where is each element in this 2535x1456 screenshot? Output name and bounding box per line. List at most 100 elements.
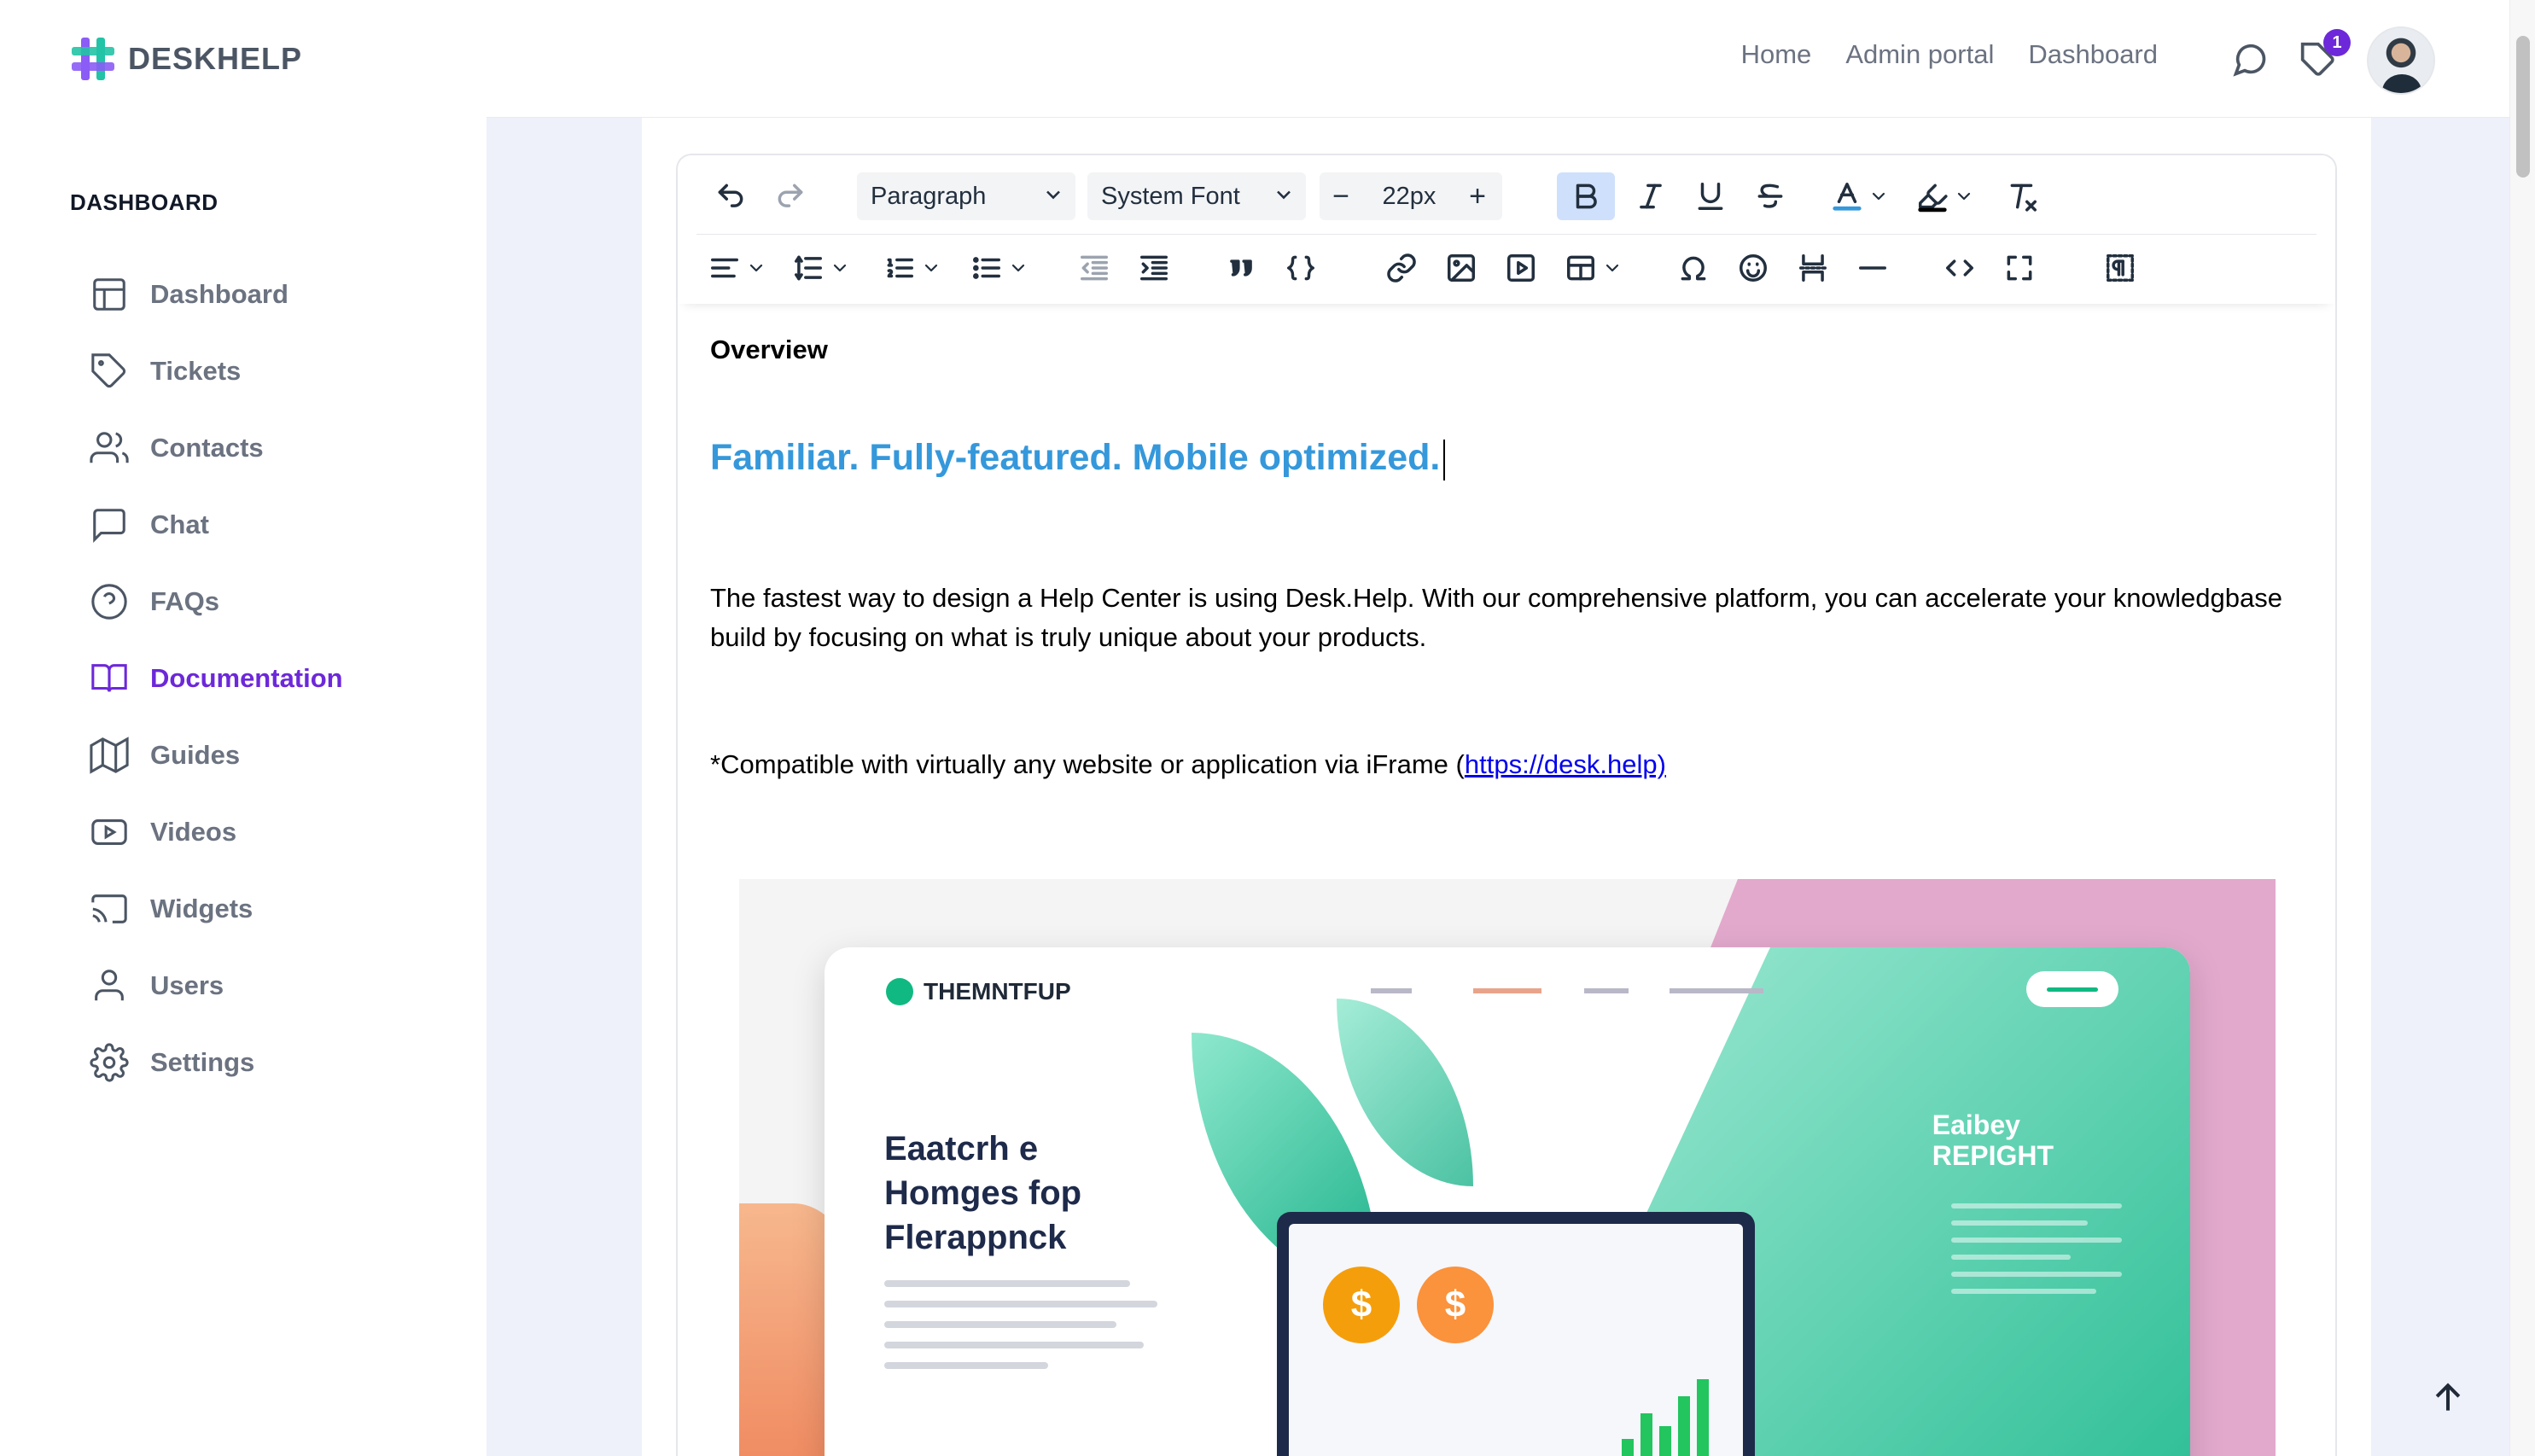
chevron-down-icon	[749, 264, 763, 272]
undo-button[interactable]	[707, 172, 755, 220]
nav-link-admin-portal[interactable]: Admin portal	[1845, 39, 1994, 70]
rich-text-editor[interactable]: Paragraph System Font − 22px + Overview …	[676, 154, 2337, 1456]
arrow-up-icon	[2435, 1383, 2461, 1411]
sidebar-item-label: Documentation	[150, 663, 343, 693]
nav-link-home[interactable]: Home	[1741, 39, 1812, 70]
sidebar-item-contacts[interactable]: Contacts	[89, 410, 343, 486]
media-play-icon	[1507, 254, 1535, 282]
compatibility-note[interactable]: *Compatible with virtually any website o…	[710, 749, 1666, 780]
toolbar-divider	[696, 234, 2316, 235]
show-blocks-button[interactable]	[2096, 244, 2144, 292]
embedded-image[interactable]: THEMNTFUP Eaatcrh e Homges fop Flerappnc…	[739, 879, 2276, 1456]
insert-image-button[interactable]	[1437, 244, 1485, 292]
nav-link-dashboard[interactable]: Dashboard	[2028, 39, 2158, 70]
mockup-logo-icon	[886, 978, 913, 1005]
notifications-tag-icon[interactable]: 1	[2299, 29, 2351, 79]
numbered-list-button[interactable]	[874, 244, 951, 292]
chevron-down-icon	[1011, 264, 1025, 272]
mockup-title-line: Flerappnck	[884, 1219, 1067, 1256]
hash-logo-icon	[70, 36, 116, 82]
page-break-icon	[1799, 254, 1827, 282]
chevron-down-icon	[1872, 192, 1885, 201]
bold-button[interactable]	[1557, 172, 1615, 220]
sidebar-item-label: Videos	[150, 817, 237, 847]
table-icon	[1567, 255, 1594, 281]
sidebar-nav: Dashboard Tickets Contacts Chat FAQs Doc…	[89, 256, 343, 1101]
mockup-right-lines	[1951, 1203, 2122, 1306]
headline[interactable]: Familiar. Fully-featured. Mobile optimiz…	[710, 437, 1446, 480]
sidebar-item-guides[interactable]: Guides	[89, 717, 343, 794]
page-break-button[interactable]	[1789, 244, 1837, 292]
mockup-nav-item	[1371, 988, 1412, 993]
italic-icon	[1640, 183, 1662, 209]
logo[interactable]: DESKHELP	[70, 36, 302, 82]
sidebar-item-tickets[interactable]: Tickets	[89, 333, 343, 410]
scrollbar-thumb[interactable]	[2516, 36, 2530, 178]
sidebar-item-widgets[interactable]: Widgets	[89, 871, 343, 947]
align-button[interactable]	[705, 244, 770, 292]
page-scrollbar[interactable]	[2509, 0, 2535, 1456]
avatar[interactable]	[2367, 26, 2435, 95]
sidebar-item-chat[interactable]: Chat	[89, 486, 343, 563]
block-format-value: Paragraph	[871, 182, 987, 210]
mockup-nav-item	[1670, 988, 1763, 993]
mockup-brand: THEMNTFUP	[924, 978, 1071, 1005]
strikethrough-icon	[1757, 183, 1783, 208]
numbered-list-icon	[887, 258, 913, 278]
sidebar-item-settings[interactable]: Settings	[89, 1024, 343, 1101]
insert-table-button[interactable]	[1557, 244, 1630, 292]
emoji-button[interactable]	[1729, 244, 1777, 292]
special-character-button[interactable]	[1670, 244, 1717, 292]
back-to-top-button[interactable]	[2429, 1379, 2467, 1417]
font-size-decrease-button[interactable]: −	[1320, 172, 1362, 220]
mockup-title: Eaatcrh e Homges fop Flerappnck	[884, 1127, 1081, 1260]
intro-paragraph[interactable]: The fastest way to design a Help Center …	[710, 579, 2315, 657]
bullet-list-button[interactable]	[961, 244, 1038, 292]
overview-heading[interactable]: Overview	[710, 335, 828, 365]
font-size-increase-button[interactable]: +	[1456, 172, 1499, 220]
coin-icon: $	[1323, 1267, 1400, 1343]
italic-button[interactable]	[1625, 172, 1676, 220]
chevron-down-icon	[1606, 264, 1619, 272]
code-braces-icon	[1287, 255, 1314, 281]
insert-media-button[interactable]	[1497, 244, 1545, 292]
horizontal-line-button[interactable]	[1849, 244, 1897, 292]
sidebar-item-documentation[interactable]: Documentation	[89, 640, 343, 717]
font-family-select[interactable]: System Font	[1087, 172, 1306, 220]
undo-icon	[718, 183, 743, 207]
strikethrough-button[interactable]	[1745, 172, 1796, 220]
block-format-select[interactable]: Paragraph	[857, 172, 1075, 220]
source-code-button[interactable]	[1936, 244, 1984, 292]
layout-icon	[89, 274, 130, 315]
code-sample-button[interactable]	[1277, 244, 1325, 292]
sidebar-item-faqs[interactable]: FAQs	[89, 563, 343, 640]
clear-formatting-button[interactable]	[1997, 172, 2048, 220]
tag-icon	[89, 351, 130, 392]
sidebar-item-videos[interactable]: Videos	[89, 794, 343, 871]
quote-icon	[1230, 259, 1252, 277]
chat-bubble-icon[interactable]	[2231, 41, 2269, 79]
mockup-logo: THEMNTFUP	[886, 978, 1071, 1005]
sidebar-item-label: Users	[150, 970, 224, 1000]
line-height-button[interactable]	[789, 244, 854, 292]
insert-link-button[interactable]	[1378, 244, 1425, 292]
question-icon	[89, 581, 130, 622]
indent-button[interactable]	[1130, 244, 1178, 292]
highlight-color-button[interactable]	[1907, 172, 1984, 220]
sidebar-item-users[interactable]: Users	[89, 947, 343, 1024]
text-color-button[interactable]	[1821, 172, 1898, 220]
redo-button[interactable]	[766, 172, 814, 220]
underline-icon	[1698, 183, 1723, 210]
blockquote-button[interactable]	[1217, 244, 1265, 292]
sidebar-item-label: Widgets	[150, 894, 253, 923]
fullscreen-button[interactable]	[1996, 244, 2043, 292]
underline-button[interactable]	[1685, 172, 1736, 220]
headline-text: Familiar. Fully-featured. Mobile optimiz…	[710, 437, 1441, 478]
font-size-value[interactable]: 22px	[1362, 183, 1456, 211]
outdent-button[interactable]	[1070, 244, 1118, 292]
chevron-down-icon	[1277, 190, 1291, 200]
desk-help-link[interactable]: https://desk.help)	[1465, 749, 1666, 779]
sidebar-item-label: Tickets	[150, 356, 242, 386]
pilcrow-icon	[2107, 254, 2134, 282]
sidebar-item-dashboard[interactable]: Dashboard	[89, 256, 343, 333]
